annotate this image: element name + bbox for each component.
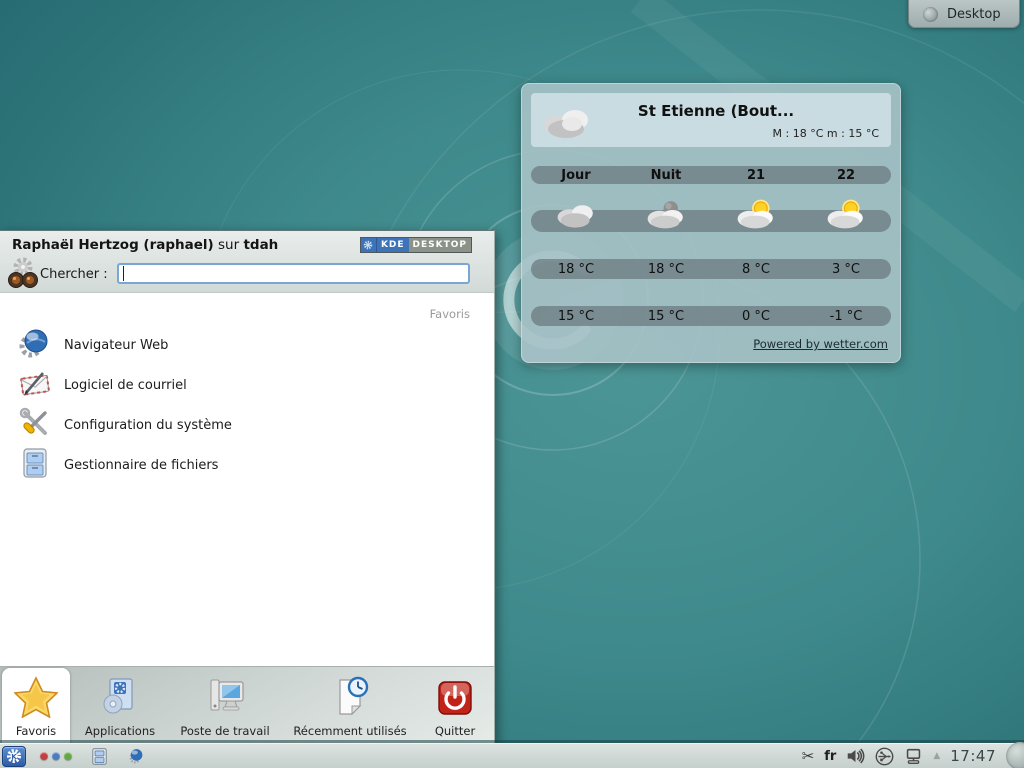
tab-quitter[interactable]: Quitter [420,667,490,744]
web-browser-icon [127,747,145,765]
menu-item-system-settings[interactable]: Configuration du système [0,405,490,445]
user-connector: sur [214,237,244,253]
computer-icon [203,676,247,722]
tab-label: Récemment utilisés [293,724,406,738]
power-icon [435,678,475,722]
weather-column-headers: Jour Nuit 21 22 [531,166,891,184]
tab-label: Poste de travail [180,724,269,738]
partly-sunny-icon [801,210,891,232]
digital-clock[interactable]: 17:47 [950,747,996,765]
menu-item-mail[interactable]: Logiciel de courriel [0,365,490,405]
tray-expand-arrow-icon[interactable]: ▲ [933,751,940,761]
badge-kde-label: KDE [376,238,409,252]
clipboard-scissors-icon[interactable]: ✂ [802,747,815,765]
menu-item-label: Logiciel de courriel [64,378,187,393]
search-input[interactable] [117,263,470,284]
weather-night-temps: 15 °C 15 °C 0 °C -1 °C [531,306,891,326]
partly-sunny-icon [711,210,801,232]
weather-col-label: Jour [531,168,621,183]
activity-pager[interactable] [40,752,72,760]
cloudy-icon [539,101,595,145]
temp-value: -1 °C [801,309,891,324]
temp-value: 18 °C [621,262,711,277]
favorites-section-label: Favoris [430,307,470,321]
kde-desktop-badge: KDE DESKTOP [360,237,472,253]
menu-item-file-manager[interactable]: Gestionnaire de fichiers [0,445,490,485]
temp-value: 3 °C [801,262,891,277]
cloudy-night-icon [621,210,711,232]
menu-item-label: Gestionnaire de fichiers [64,458,218,473]
tab-favoris[interactable]: Favoris [2,668,70,744]
weather-col-label: Nuit [621,168,711,183]
device-notifier-usb-icon[interactable] [875,747,894,766]
user-name: Raphaël Hertzog (raphael) [12,237,214,253]
volume-icon[interactable] [846,748,865,764]
folder-icon [923,7,938,22]
network-monitor-icon[interactable] [904,748,923,765]
tab-label: Applications [85,724,155,738]
weather-widget: St Etienne (Bout... M : 18 °C m : 15 °C … [521,83,901,363]
weather-col-label: 21 [711,168,801,183]
host-name: tdah [243,237,278,253]
applications-icon [98,676,142,722]
tab-label: Favoris [16,724,56,738]
weather-header: St Etienne (Bout... M : 18 °C m : 15 °C [531,93,891,147]
kde-gear-icon [361,238,376,252]
temp-value: 0 °C [711,309,801,324]
kickoff-menu: Raphaël Hertzog (raphael) sur tdah KDE D… [0,230,495,744]
star-icon [14,676,58,722]
search-binoculars-icon [6,256,40,294]
web-browser-icon [18,326,52,364]
menu-item-web-browser[interactable]: Navigateur Web [0,325,490,365]
desktop-folder-widget[interactable]: Desktop [908,0,1020,28]
pager-dot-icon [64,752,72,760]
tab-poste-de-travail[interactable]: Poste de travail [170,667,280,744]
temp-value: 15 °C [621,309,711,324]
keyboard-layout-indicator[interactable]: fr [824,749,836,764]
web-browser-launcher[interactable] [127,747,145,765]
kde-gear-icon: K [6,748,22,764]
weather-location-title: St Etienne (Bout... [601,102,831,120]
menu-item-label: Configuration du système [64,418,232,433]
temp-value: 18 °C [531,262,621,277]
tab-recemment-utilises[interactable]: Récemment utilisés [280,667,420,744]
kmenu-launcher-button[interactable]: K [2,746,26,767]
recent-documents-icon [328,676,372,722]
menu-item-label: Navigateur Web [64,338,168,353]
pager-dot-icon [52,752,60,760]
svg-text:K: K [11,752,17,761]
file-manager-icon [90,747,109,766]
weather-minmax: M : 18 °C m : 15 °C [773,127,879,140]
tab-applications[interactable]: Applications [70,667,170,744]
panel-toolbox-cashew[interactable] [1006,742,1024,768]
temp-value: 8 °C [711,262,801,277]
bottom-panel: K ✂ fr [0,743,1024,768]
file-manager-launcher[interactable] [90,747,109,766]
weather-day-temps: 18 °C 18 °C 8 °C 3 °C [531,259,891,279]
system-tray: ✂ fr [802,742,1022,768]
badge-desktop-label: DESKTOP [409,238,471,252]
system-settings-icon [18,406,52,444]
kickoff-tab-strip: Favoris Applications [0,666,494,744]
temp-value: 15 °C [531,309,621,324]
kickoff-header: Raphaël Hertzog (raphael) sur tdah KDE D… [0,231,494,293]
text-caret [123,266,124,281]
pager-dot-icon [40,752,48,760]
file-manager-icon [18,446,52,484]
desktop-folder-title: Desktop [947,7,1001,22]
kickoff-user-line: Raphaël Hertzog (raphael) sur tdah [12,237,278,253]
tab-label: Quitter [435,724,475,738]
weather-credit-link[interactable]: Powered by wetter.com [753,337,888,351]
search-label: Chercher : [40,267,108,282]
cloudy-icon [531,210,621,232]
kickoff-content: Favoris Navigateur Web [0,293,494,666]
weather-col-label: 22 [801,168,891,183]
weather-condition-row [531,210,891,232]
mail-icon [18,366,52,404]
